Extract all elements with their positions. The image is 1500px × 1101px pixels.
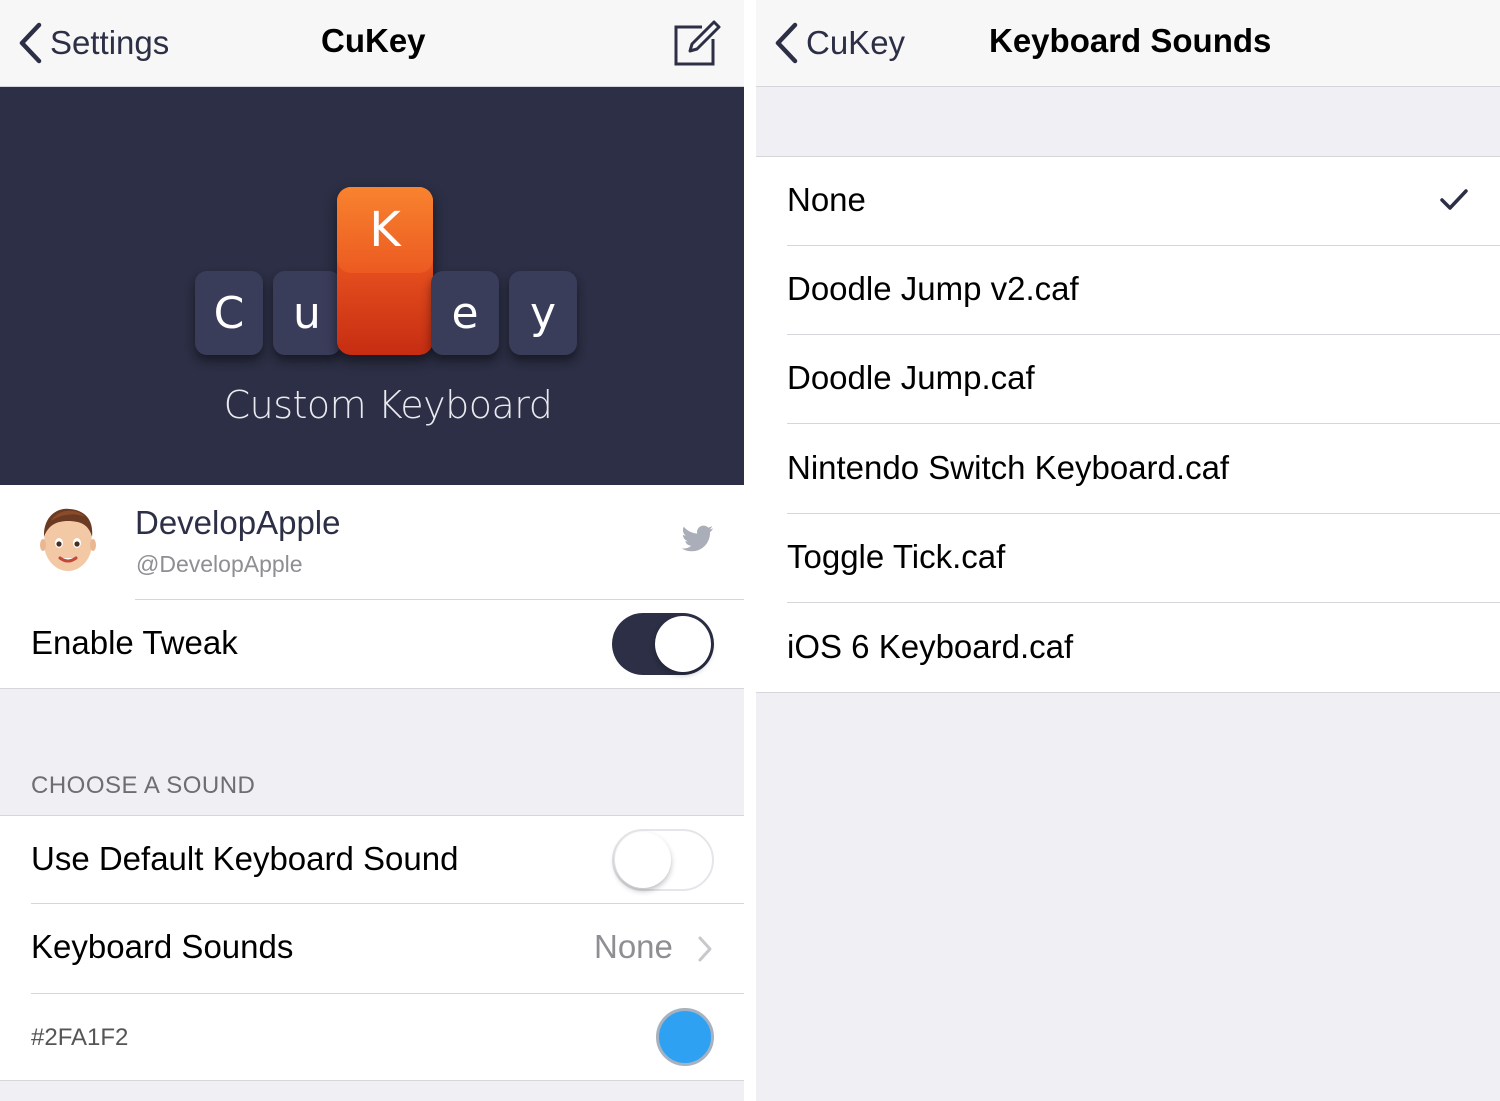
use-default-sound-toggle[interactable] <box>612 829 714 891</box>
page-title: Keyboard Sounds <box>989 22 1272 59</box>
back-button[interactable]: CuKey <box>774 16 905 70</box>
back-label: CuKey <box>806 24 906 61</box>
cukey-banner: C u K e y Custom Keyboard <box>0 87 744 485</box>
sound-option-row[interactable]: Toggle Tick.caf <box>756 514 1500 603</box>
key-u: u <box>273 271 341 355</box>
developer-profile-cell[interactable]: DevelopApple @DevelopApple <box>0 485 744 600</box>
back-button[interactable]: Settings <box>18 16 169 70</box>
back-label: Settings <box>50 24 170 61</box>
separator <box>31 993 744 994</box>
sound-option-label: Toggle Tick.caf <box>787 538 1006 575</box>
sound-option-row[interactable]: None <box>756 157 1500 246</box>
sound-option-label: None <box>787 181 866 218</box>
sound-option-label: Doodle Jump.caf <box>787 359 1035 396</box>
sound-option-row[interactable]: Doodle Jump.caf <box>756 335 1500 424</box>
enable-tweak-toggle[interactable] <box>612 613 714 675</box>
chevron-left-icon <box>19 22 42 64</box>
key-k-highlight: K <box>337 187 433 355</box>
toggle-knob <box>655 616 711 672</box>
chevron-right-icon <box>698 936 712 962</box>
toggle-knob <box>615 832 671 888</box>
keyboard-sounds-value: None <box>594 928 673 965</box>
sound-option-row[interactable]: Doodle Jump v2.caf <box>756 246 1500 335</box>
key-c: C <box>195 271 263 355</box>
banner-subtitle: Custom Keyboard <box>223 383 553 427</box>
compose-button[interactable] <box>672 18 722 68</box>
separator <box>0 1080 744 1081</box>
chevron-left-icon <box>775 22 798 64</box>
color-hex-label: #2FA1F2 <box>31 1024 129 1051</box>
enable-tweak-label: Enable Tweak <box>31 624 238 661</box>
use-default-sound-label: Use Default Keyboard Sound <box>31 840 459 877</box>
sound-option-label: Nintendo Switch Keyboard.caf <box>787 449 1230 486</box>
enable-tweak-cell: Enable Tweak <box>0 600 744 688</box>
avatar <box>40 508 96 571</box>
profile-name: DevelopApple <box>135 504 341 541</box>
key-y: y <box>509 271 577 355</box>
keyboard-sounds-label: Keyboard Sounds <box>31 928 294 965</box>
separator <box>0 688 744 689</box>
navigation-bar: CuKey Keyboard Sounds <box>756 0 1500 87</box>
profile-handle: @DevelopApple <box>136 551 303 577</box>
page-title: CuKey <box>321 22 426 59</box>
sound-option-row[interactable]: iOS 6 Keyboard.caf <box>756 604 1500 693</box>
separator <box>787 602 1500 603</box>
pane-divider <box>744 0 756 1101</box>
sound-option-label: iOS 6 Keyboard.caf <box>787 628 1074 665</box>
sound-options-list: None Doodle Jump v2.caf Doodle Jump.caf … <box>756 156 1500 693</box>
key-k: K <box>337 187 433 273</box>
checkmark-icon <box>1440 189 1468 210</box>
sound-option-label: Doodle Jump v2.caf <box>787 270 1079 307</box>
keyboard-sounds-row[interactable]: Keyboard Sounds None <box>0 904 744 993</box>
compose-icon <box>674 20 721 66</box>
color-swatch[interactable] <box>656 1008 714 1066</box>
navigation-bar: Settings CuKey <box>0 0 744 87</box>
twitter-icon[interactable] <box>682 525 714 553</box>
key-e: e <box>431 271 499 355</box>
separator <box>787 423 1500 424</box>
section-header: CHOOSE A SOUND <box>31 772 256 799</box>
keyboard-sounds-pane: CuKey Keyboard Sounds None Doodle Jump v… <box>756 0 1500 1101</box>
cukey-settings-pane: Settings CuKey C u K e y Custom Keyboard <box>0 0 744 1101</box>
sound-option-row[interactable]: Nintendo Switch Keyboard.caf <box>756 425 1500 514</box>
